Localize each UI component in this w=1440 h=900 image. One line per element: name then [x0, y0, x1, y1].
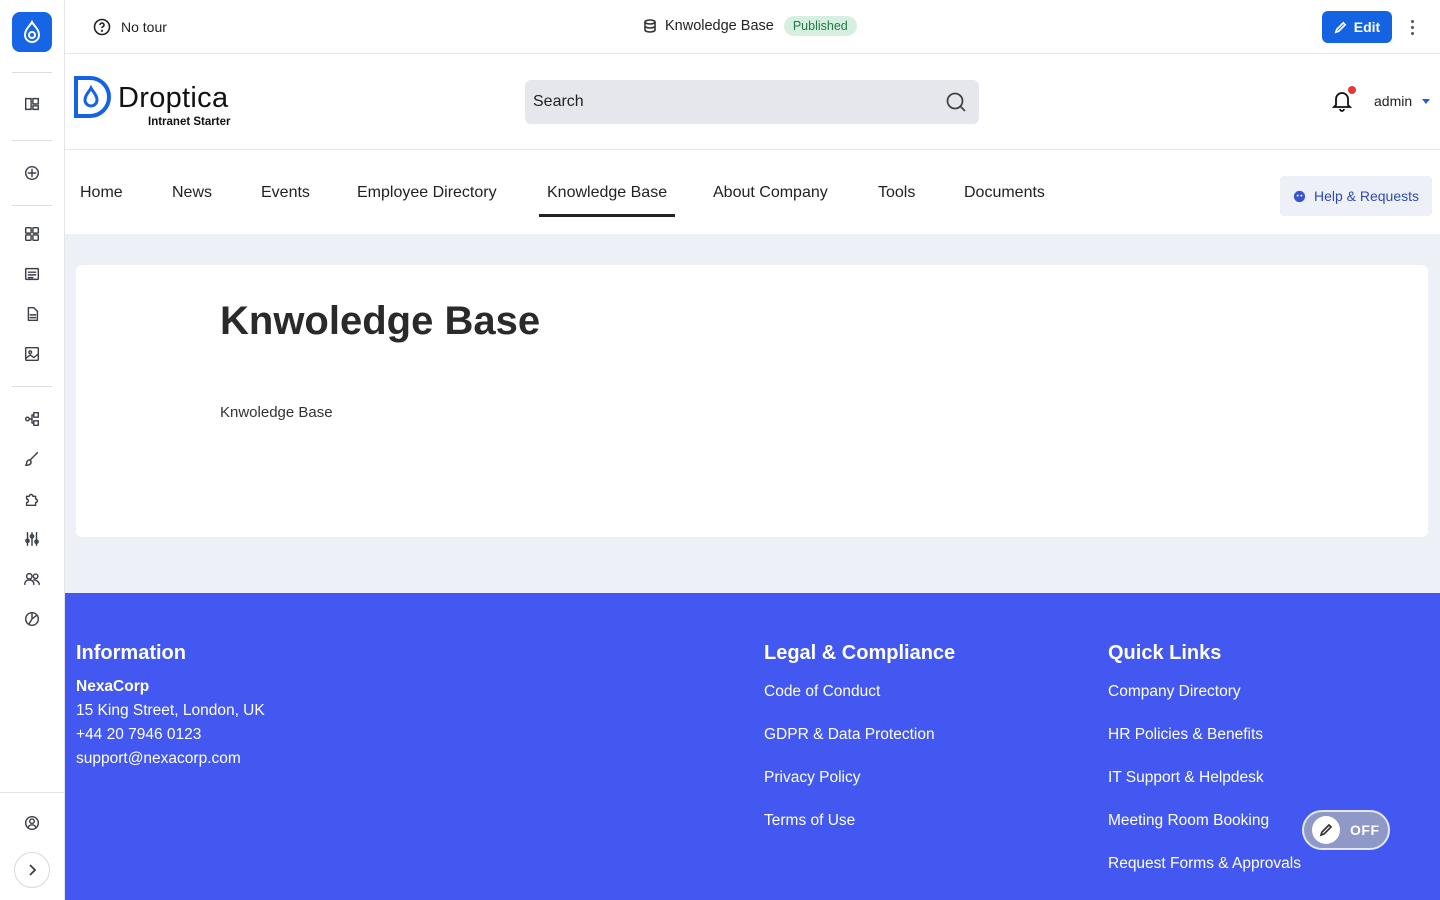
notification-dot — [1348, 86, 1356, 94]
nav-item-tools[interactable]: Tools — [878, 184, 915, 202]
people-icon[interactable] — [20, 567, 44, 591]
footer-org-name: NexaCorp — [76, 678, 150, 695]
reports-chart-icon[interactable] — [20, 607, 44, 631]
sidebar-divider — [0, 792, 64, 793]
edit-mode-toggle[interactable]: OFF — [1302, 810, 1390, 850]
footer-quick-links: Company Directory HR Policies & Benefits… — [1108, 683, 1301, 898]
toggle-label: OFF — [1350, 822, 1380, 838]
user-menu[interactable]: admin — [1374, 93, 1431, 109]
search-input[interactable] — [533, 93, 945, 111]
brand-subtitle: Intranet Starter — [148, 116, 231, 128]
footer-link-terms-of-use[interactable]: Terms of Use — [764, 812, 935, 855]
extend-puzzle-icon[interactable] — [20, 487, 44, 511]
footer-link-company-directory[interactable]: Company Directory — [1108, 683, 1301, 726]
main-navigation: Home News Events Employee Directory Know… — [65, 150, 1440, 234]
config-sliders-icon[interactable] — [20, 527, 44, 551]
edit-button[interactable]: Edit — [1322, 11, 1392, 43]
nav-item-knowledge-base[interactable]: Knowledge Base — [538, 184, 676, 217]
status-badge: Published — [783, 16, 857, 36]
pencil-icon — [1319, 823, 1333, 837]
footer-email[interactable]: support@nexacorp.com — [76, 747, 265, 771]
footer-information-heading: Information — [76, 642, 186, 664]
current-page-title: Knwoledge Base — [665, 18, 774, 34]
edit-label: Edit — [1353, 19, 1381, 35]
notifications-button[interactable] — [1330, 86, 1356, 116]
footer-link-request-forms[interactable]: Request Forms & Approvals — [1108, 855, 1301, 898]
sidebar-divider — [12, 72, 52, 73]
files-icon[interactable] — [20, 302, 44, 326]
appearance-brush-icon[interactable] — [20, 447, 44, 471]
search-bar — [525, 80, 979, 124]
tour-label: No tour — [121, 19, 167, 35]
footer-information: NexaCorp 15 King Street, London, UK +44 … — [76, 675, 265, 771]
footer-link-hr-policies[interactable]: HR Policies & Benefits — [1108, 726, 1301, 769]
footer-legal-links: Code of Conduct GDPR & Data Protection P… — [764, 683, 935, 855]
admin-sidebar — [0, 0, 65, 900]
structure-icon[interactable] — [20, 407, 44, 431]
footer-quick-links-heading: Quick Links — [1108, 642, 1222, 664]
nav-item-events[interactable]: Events — [261, 184, 310, 202]
footer-link-meeting-room-booking[interactable]: Meeting Room Booking — [1108, 812, 1301, 855]
sidebar-divider — [12, 386, 52, 387]
media-icon[interactable] — [20, 342, 44, 366]
page-status: Knwoledge Base Published — [643, 16, 857, 36]
user-name: admin — [1374, 93, 1413, 109]
footer-legal-heading: Legal & Compliance — [764, 642, 956, 664]
site-footer: Information NexaCorp 15 King Street, Lon… — [65, 593, 1440, 900]
search-icon[interactable] — [945, 91, 967, 113]
chevron-down-icon — [1422, 98, 1431, 104]
nav-item-about-company[interactable]: About Company — [713, 184, 828, 202]
page-title: Knwoledge Base — [220, 299, 541, 343]
pencil-icon — [1334, 21, 1347, 33]
drupal-logo-icon[interactable] — [12, 12, 52, 52]
content-card: Knwoledge Base Knwoledge Base — [76, 265, 1428, 537]
brand-logo[interactable]: Droptica Intranet Starter — [72, 76, 230, 128]
nav-item-employee-directory[interactable]: Employee Directory — [357, 184, 497, 202]
nav-item-documents[interactable]: Documents — [964, 184, 1045, 202]
add-circle-icon[interactable] — [20, 161, 44, 185]
user-account-icon[interactable] — [20, 811, 44, 835]
footer-link-gdpr[interactable]: GDPR & Data Protection — [764, 726, 935, 769]
tour-button[interactable]: No tour — [93, 18, 167, 36]
nav-item-home[interactable]: Home — [80, 184, 123, 202]
footer-link-privacy-policy[interactable]: Privacy Policy — [764, 769, 935, 812]
brand-name: Droptica — [118, 82, 229, 114]
sidebar-divider — [12, 205, 52, 206]
droptica-logo-icon — [74, 76, 111, 118]
sidebar-divider — [12, 140, 52, 141]
admin-topbar: No tour Knwoledge Base Published Edit — [65, 0, 1440, 54]
help-icon — [1293, 190, 1306, 202]
database-icon — [644, 19, 656, 33]
nav-item-news[interactable]: News — [172, 184, 212, 202]
toggle-knob — [1312, 816, 1340, 844]
help-label: Help & Requests — [1313, 188, 1420, 204]
layout-icon[interactable] — [20, 92, 44, 116]
footer-phone: +44 20 7946 0123 — [76, 726, 202, 743]
expand-sidebar-button[interactable] — [14, 852, 50, 888]
more-options-icon[interactable] — [1405, 15, 1419, 39]
footer-link-it-support[interactable]: IT Support & Helpdesk — [1108, 769, 1301, 812]
dashboard-grid-icon[interactable] — [20, 222, 44, 246]
footer-link-code-of-conduct[interactable]: Code of Conduct — [764, 683, 935, 726]
expand-chevron-icon — [29, 864, 37, 876]
content-list-icon[interactable] — [20, 262, 44, 286]
site-header: Droptica Intranet Starter admin — [65, 54, 1440, 150]
help-requests-button[interactable]: Help & Requests — [1280, 176, 1432, 216]
question-circle-icon — [93, 18, 111, 36]
page-body: Knwoledge Base — [220, 404, 333, 421]
footer-address: 15 King Street, London, UK — [76, 702, 265, 719]
